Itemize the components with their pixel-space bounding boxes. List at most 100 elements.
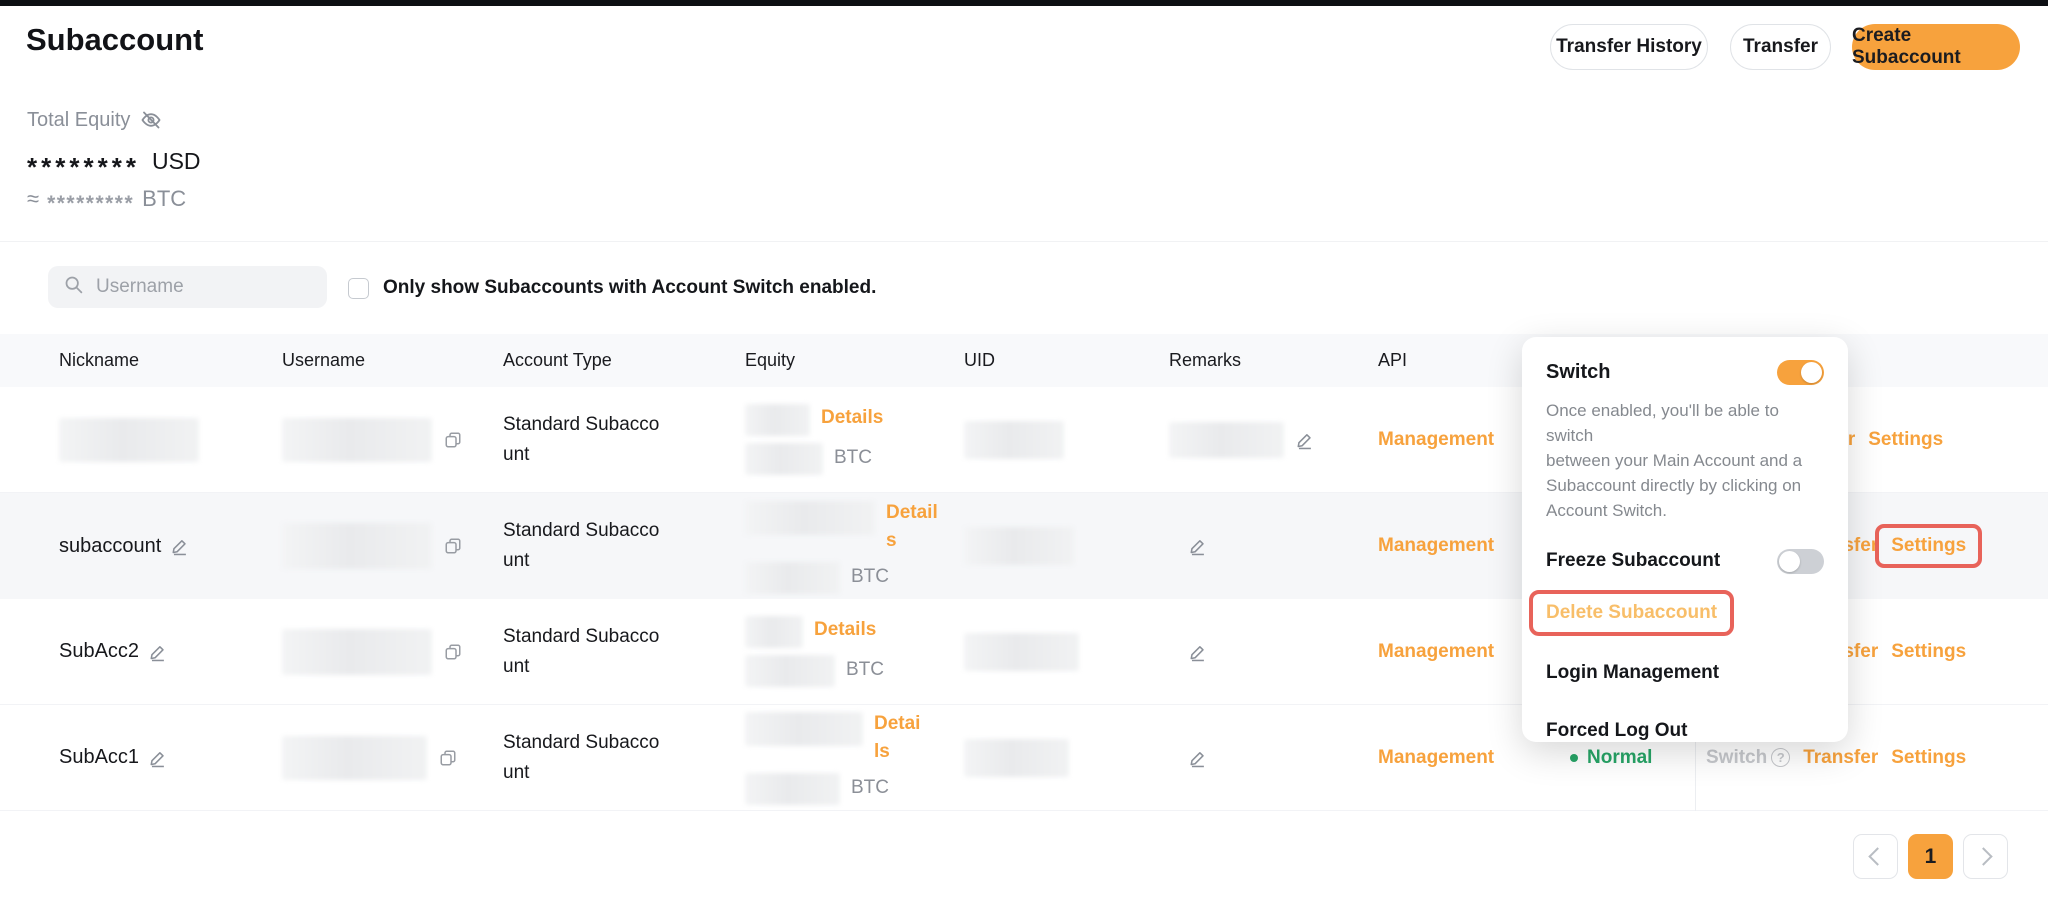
edit-icon[interactable] [1189,642,1208,662]
total-equity-block: Total Equity [27,108,163,132]
col-header-username: Username [282,350,503,371]
account-type-value: Standard Subaccount [503,728,665,788]
api-cell: Management [1378,747,1570,769]
settings-link[interactable]: Settings [1868,429,1943,451]
redacted-username [282,418,432,462]
switch-link-label: Switch [1706,747,1767,769]
forced-log-out-item[interactable]: Forced Log Out [1546,720,1824,742]
redacted-nickname [59,418,199,462]
col-header-uid: UID [964,350,1169,371]
create-subaccount-button[interactable]: Create Subaccount [1852,24,2020,70]
login-management-item[interactable]: Login Management [1546,662,1824,684]
equity-details-link[interactable]: Details [821,404,883,432]
equity-details-link[interactable]: Details [886,499,946,555]
transfer-history-button[interactable]: Transfer History [1550,24,1708,70]
status-badge: Normal [1587,747,1652,769]
switch-toggle[interactable] [1777,360,1824,385]
btc-unit-label: BTC [846,655,884,685]
uid-cell [964,739,1169,777]
equity-details-link[interactable]: Details [814,616,876,644]
copy-icon[interactable] [439,749,457,767]
equity-cell: Details BTC [745,499,964,594]
api-management-link[interactable]: Management [1378,641,1494,663]
transfer-link[interactable]: Transfer [1803,747,1878,769]
freeze-subaccount-label: Freeze Subaccount [1546,550,1720,572]
edit-icon[interactable] [1189,748,1208,768]
masked-usd-value: ******** [27,152,140,183]
switch-filter-checkbox[interactable] [348,278,369,299]
account-type-cell: Standard Subaccount [503,622,745,682]
redacted-uid [964,633,1079,671]
nickname-value: SubAcc1 [59,746,139,769]
settings-link[interactable]: Settings [1891,535,1966,556]
next-page-button[interactable] [1963,834,2008,879]
freeze-toggle[interactable] [1777,549,1824,574]
edit-icon[interactable] [171,536,190,556]
search-input[interactable] [94,275,298,299]
equity-cell: Details BTC [745,404,964,475]
total-equity-btc: ≈ ********* BTC [27,186,186,212]
redacted-equity [745,616,803,648]
current-page-button[interactable]: 1 [1908,834,1953,879]
usd-unit: USD [152,148,201,175]
equity-details-link[interactable]: Details [874,710,924,766]
col-header-remarks: Remarks [1169,350,1378,371]
api-management-link[interactable]: Management [1378,429,1494,451]
col-header-account-type: Account Type [503,350,745,371]
redacted-equity [745,404,810,436]
edit-icon[interactable] [149,748,168,768]
copy-icon[interactable] [444,431,462,449]
redacted-uid [964,739,1069,777]
btc-unit-label: BTC [851,562,889,592]
transfer-button[interactable]: Transfer [1730,24,1831,70]
nickname-value: subaccount [59,535,161,558]
redacted-equity-btc [745,655,835,687]
account-type-value: Standard Subaccount [503,410,665,470]
total-equity-label: Total Equity [27,109,130,132]
edit-icon[interactable] [1296,430,1315,450]
uid-cell [964,527,1169,565]
redacted-equity-btc [745,773,840,805]
total-equity-usd: ******** USD [27,146,201,177]
uid-cell [964,633,1169,671]
copy-icon[interactable] [444,537,462,555]
prev-page-button[interactable] [1853,834,1898,879]
username-search [48,266,327,308]
switch-description: Once enabled, you'll be able to switch b… [1546,398,1824,523]
eye-off-icon[interactable] [139,108,163,132]
status-dot [1570,754,1578,762]
settings-link[interactable]: Settings [1891,747,1966,769]
remarks-cell [1169,748,1378,768]
username-cell [282,629,503,675]
copy-icon[interactable] [444,643,462,661]
delete-subaccount-item[interactable]: Delete Subaccount [1546,602,1717,623]
switch-filter: Only show Subaccounts with Account Switc… [348,277,876,299]
account-type-value: Standard Subaccount [503,516,665,576]
redacted-uid [964,527,1074,565]
question-circle-icon[interactable] [1771,748,1790,767]
redacted-equity-btc [745,443,823,475]
chevron-right-icon [1974,847,1992,865]
page-title: Subaccount [26,22,203,58]
col-header-equity: Equity [745,350,964,371]
redacted-equity-btc [745,562,840,594]
account-type-value: Standard Subaccount [503,622,665,682]
redacted-uid [964,421,1064,459]
status-cell: Normal [1570,747,1706,769]
search-icon [63,274,84,300]
uid-cell [964,421,1169,459]
switch-description-line: Subaccount directly by clicking on [1546,473,1824,498]
account-type-cell: Standard Subaccount [503,410,745,470]
settings-link[interactable]: Settings [1891,641,1966,663]
chevron-left-icon [1868,847,1886,865]
api-management-link[interactable]: Management [1378,535,1494,557]
api-management-link[interactable]: Management [1378,747,1494,769]
edit-icon[interactable] [1189,536,1208,556]
subaccount-page: Subaccount Transfer History Transfer Cre… [0,0,2048,923]
edit-icon[interactable] [149,642,168,662]
switch-link[interactable]: Switch [1706,747,1790,769]
remarks-cell [1169,422,1378,458]
username-cell [282,736,503,780]
settings-highlight-box: Settings [1875,524,1982,568]
redacted-remark [1169,422,1284,458]
